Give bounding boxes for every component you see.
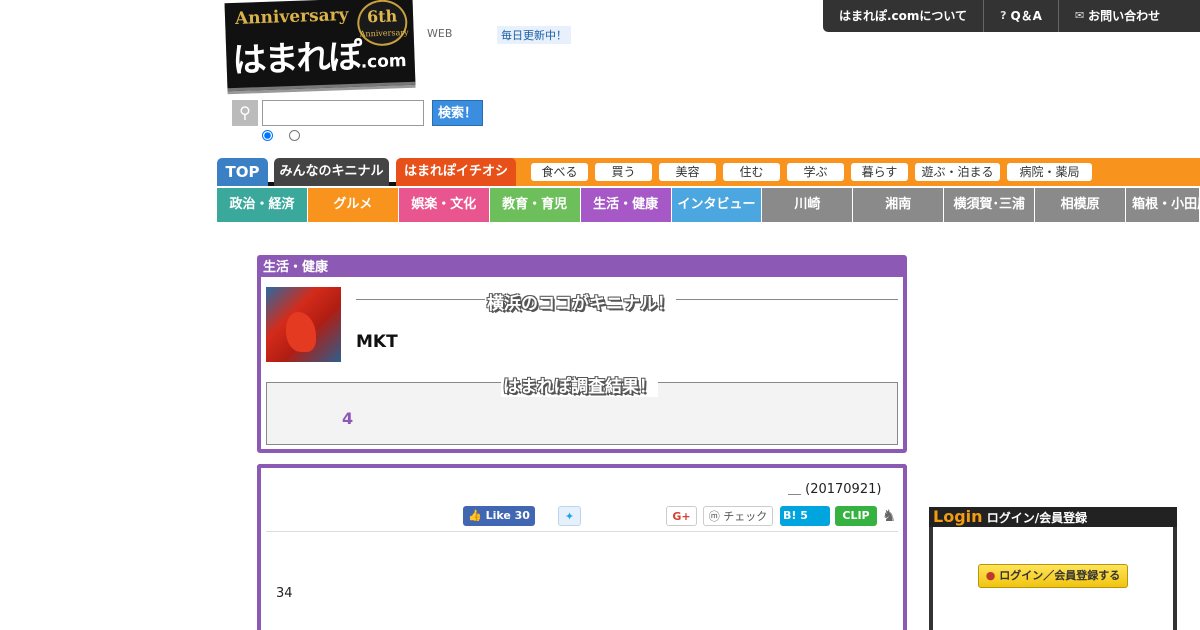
login-heading: Login ログイン/会員登録 xyxy=(929,507,1177,527)
search-scope-radios xyxy=(262,130,300,141)
article-thumbnail[interactable] xyxy=(266,287,341,362)
article-title: MKT xyxy=(356,332,398,352)
category-life-health[interactable]: 生活・健康 xyxy=(580,188,672,222)
login-panel: Login ログイン/会員登録 ● ログイン／会員登録する xyxy=(929,507,1177,630)
main-nav: TOP みんなのキニナル はまれぽイチオシ 食べる 買う 美容 住む 学ぶ 暮ら… xyxy=(217,158,1200,186)
category-sagamihara[interactable]: 相模原 xyxy=(1035,188,1127,222)
genre-pill-kau[interactable]: 買う xyxy=(595,163,652,181)
genre-pill-byouin[interactable]: 病院・薬局 xyxy=(1007,163,1092,181)
tab-ichioshi[interactable]: はまれぽイチオシ xyxy=(396,158,516,186)
facebook-like-button[interactable]: 👍 Like 30 xyxy=(463,506,535,526)
tab-top[interactable]: TOP xyxy=(217,158,268,186)
web-label: WEB xyxy=(427,27,453,40)
evernote-icon[interactable]: ♞ xyxy=(879,506,899,526)
article-summary-box: 生活・健康 横浜のココがキニナル！ MKT はまれぽ調査結果！ 4 xyxy=(257,255,907,453)
search-scope-radio-1[interactable] xyxy=(262,130,273,141)
article-date: ＿ (20170921) xyxy=(788,482,882,497)
genre-pill-asobu[interactable]: 遊ぶ・泊まる xyxy=(915,163,1000,181)
article-body-box: ＿ (20170921) 👍 Like 30 ✦ G+ ⓜ チェック B! 5 … xyxy=(257,464,907,630)
top-links-bar: はまれぽ.comについて ? Q＆A ✉ お問い合わせ xyxy=(823,0,1200,32)
article-body-text: 34 xyxy=(276,586,293,601)
search-icon: ⚲ xyxy=(232,100,258,126)
search-scope-radio-2[interactable] xyxy=(289,130,300,141)
result-heading: はまれぽ調査結果！ xyxy=(501,372,658,397)
page: Anniversary 6th Anniversary はまれぽ.com WEB… xyxy=(0,0,1200,630)
qa-link[interactable]: ? Q＆A xyxy=(984,0,1059,32)
category-interview[interactable]: インタビュー xyxy=(671,188,763,222)
category-nav: 政治・経済 グルメ 娯楽・文化 教育・育児 生活・健康 インタビュー 川崎 湘南… xyxy=(217,188,1200,222)
site-logo[interactable]: Anniversary 6th Anniversary はまれぽ.com xyxy=(224,0,416,92)
genre-pill-kurasu[interactable]: 暮らす xyxy=(851,163,908,181)
social-buttons: 👍 Like 30 ✦ G+ ⓜ チェック B! 5 CLIP ♞ xyxy=(266,503,898,532)
kininaru-heading: 横浜のココがキニナル！ xyxy=(485,289,676,314)
category-entertainment[interactable]: 娯楽・文化 xyxy=(398,188,490,222)
category-yokosuka[interactable]: 横須賀･三浦 xyxy=(944,188,1036,222)
logo-anniversary-text: Anniversary xyxy=(234,4,349,29)
result-value: 4 xyxy=(342,409,354,428)
category-kawasaki[interactable]: 川崎 xyxy=(762,188,854,222)
google-plus-button[interactable]: G+ xyxy=(666,506,697,526)
update-badge: 毎日更新中！ xyxy=(497,26,571,44)
article-category: 生活・健康 xyxy=(261,259,903,277)
lock-icon: ● xyxy=(985,569,996,582)
category-hakone[interactable]: 箱根・小田原 xyxy=(1126,188,1200,222)
mail-icon: ✉ xyxy=(1074,9,1085,22)
genre-pill-taberu[interactable]: 食べる xyxy=(531,163,588,181)
category-shonan[interactable]: 湘南 xyxy=(853,188,945,222)
mixi-check-button[interactable]: ⓜ チェック xyxy=(703,506,773,526)
login-register-button[interactable]: ● ログイン／会員登録する xyxy=(978,564,1128,588)
clip-button[interactable]: CLIP xyxy=(835,506,877,526)
search-input[interactable] xyxy=(262,100,424,126)
search-bar: ⚲ 検索！ xyxy=(232,100,484,126)
question-circle-icon: ? xyxy=(1000,9,1007,22)
category-politics[interactable]: 政治・経済 xyxy=(217,188,308,222)
hatena-bookmark-button[interactable]: B! 5 xyxy=(780,506,830,526)
genre-pill-biyou[interactable]: 美容 xyxy=(659,163,716,181)
logo-name: はまれぽ.com xyxy=(231,36,407,82)
search-button[interactable]: 検索！ xyxy=(432,100,484,126)
category-gourmet[interactable]: グルメ xyxy=(307,188,399,222)
twitter-bird-icon[interactable]: ✦ xyxy=(558,506,581,526)
genre-pill-sumu[interactable]: 住む xyxy=(723,163,780,181)
about-link[interactable]: はまれぽ.comについて xyxy=(823,0,985,32)
genre-pill-manabu[interactable]: 学ぶ xyxy=(787,163,844,181)
tab-kininaru[interactable]: みんなのキニナル xyxy=(274,158,389,186)
login-logo: Login xyxy=(933,507,983,526)
category-education[interactable]: 教育・育児 xyxy=(489,188,581,222)
contact-link[interactable]: ✉ お問い合わせ xyxy=(1059,0,1176,32)
